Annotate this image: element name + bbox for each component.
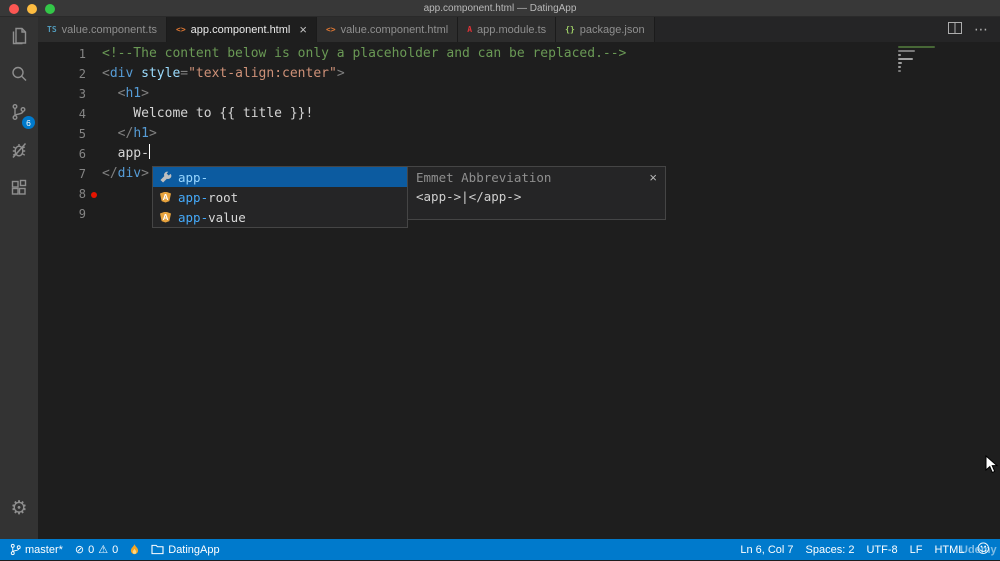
line-number: 4 — [78, 107, 86, 121]
error-marker — [91, 192, 97, 198]
suggest-docs-panel: Emmet Abbreviation × <app->|</app-> — [408, 166, 666, 220]
code-text: </h1> — [117, 126, 157, 141]
editor-actions: ⋯ — [936, 17, 1000, 42]
code-text: </div> — [102, 166, 149, 181]
ts-file-icon: TS — [47, 25, 57, 34]
split-editor-icon[interactable] — [948, 21, 962, 39]
explorer-icon[interactable] — [0, 17, 38, 55]
suggestion-app-root[interactable]: Aapp-root — [153, 187, 407, 207]
problems-indicator[interactable]: ⊘ 0 ⚠ 0 — [75, 543, 118, 556]
code-text: <h1> — [117, 86, 149, 101]
traffic-lights — [9, 4, 55, 14]
suggestion-label: app-root — [178, 189, 239, 205]
line-number: 7 — [78, 167, 86, 181]
more-actions-icon[interactable]: ⋯ — [974, 22, 988, 38]
tab-label: value.component.ts — [61, 23, 158, 36]
search-icon[interactable] — [0, 55, 38, 93]
warning-icon: ⚠ — [98, 543, 109, 556]
code-editor[interactable]: 1 <!--The content below is only a placeho… — [38, 42, 1000, 539]
folder-icon — [151, 544, 164, 555]
html-file-icon: <> — [325, 25, 336, 34]
code-line-4: 4 Welcome to {{ title }}! — [38, 104, 1000, 124]
close-tab-icon[interactable]: × — [299, 22, 307, 37]
line-number: 9 — [78, 207, 86, 221]
code-line-1: 1 <!--The content below is only a placeho… — [38, 44, 1000, 64]
tab-label: value.component.html — [340, 23, 449, 36]
tab-bar: TS value.component.ts <> app.component.html… — [38, 17, 1000, 42]
line-number: 5 — [78, 127, 86, 141]
watermark: Udemy — [960, 544, 997, 556]
indentation-indicator[interactable]: Spaces: 2 — [806, 544, 855, 556]
tab-label: app.module.ts — [477, 23, 547, 36]
wrench-icon — [157, 171, 174, 184]
tab-value-component-html[interactable]: <> value.component.html — [316, 17, 459, 42]
minimap[interactable] — [898, 46, 958, 74]
window-title: app.component.html — DatingApp — [423, 2, 577, 14]
code-line-3: 3 <h1> — [38, 84, 1000, 104]
tab-label: package.json — [579, 23, 645, 36]
branch-name: master* — [25, 543, 63, 556]
suggestion-label: app- — [178, 169, 209, 185]
title-bar: app.component.html — DatingApp — [0, 0, 1000, 17]
close-icon[interactable]: × — [649, 170, 657, 185]
extensions-icon[interactable] — [0, 169, 38, 207]
suggestion-app-[interactable]: app- — [153, 167, 407, 187]
line-number: 6 — [78, 147, 86, 161]
activity-bar: 6 ⚙ — [0, 17, 38, 539]
error-icon: ⊘ — [74, 543, 85, 556]
error-count: 0 — [88, 543, 95, 556]
html-file-icon: <> — [176, 25, 186, 34]
code-text: Welcome to {{ title }}! — [102, 106, 314, 121]
close-window-button[interactable] — [9, 4, 19, 14]
suggest-list: app- Aapp-root Aapp-value — [152, 166, 408, 228]
json-file-icon: {} — [565, 25, 575, 34]
tabs: TS value.component.ts <> app.component.html… — [38, 17, 655, 42]
flame-icon[interactable] — [130, 543, 139, 556]
eol-indicator[interactable]: LF — [910, 544, 923, 556]
warning-count: 0 — [112, 543, 119, 556]
cursor-position-indicator[interactable]: Ln 6, Col 7 — [740, 544, 793, 556]
mouse-cursor — [985, 455, 999, 474]
debug-icon[interactable] — [0, 131, 38, 169]
line-number: 8 — [78, 187, 86, 201]
line-number: 3 — [78, 87, 86, 101]
status-bar: master* ⊘ 0 ⚠ 0 DatingApp Ln 6, Col 7 Sp… — [0, 539, 1000, 560]
project-indicator[interactable]: DatingApp — [151, 543, 220, 556]
scm-badge: 6 — [22, 116, 35, 129]
tab-app-component-html[interactable]: <> app.component.html × — [167, 17, 317, 42]
project-name: DatingApp — [168, 543, 220, 556]
source-control-icon[interactable]: 6 — [0, 93, 38, 131]
line-number: 1 — [78, 47, 86, 61]
settings-gear-icon[interactable]: ⚙ — [0, 489, 38, 527]
text-cursor — [148, 144, 151, 159]
minimize-window-button[interactable] — [27, 4, 37, 14]
code-text: <!--The content below is only a placehol… — [102, 46, 627, 61]
tab-value-component-ts[interactable]: TS value.component.ts — [38, 17, 168, 42]
tab-package-json[interactable]: {} package.json — [556, 17, 655, 42]
suggest-doc-body: <app->|</app-> — [416, 189, 522, 204]
suggestion-app-value[interactable]: Aapp-value — [153, 207, 407, 227]
code-line-2: 2 <div style="text-align:center"> — [38, 64, 1000, 84]
code-text: <div style="text-align:center"> — [102, 66, 345, 81]
code-line-5: 5 </h1> — [38, 124, 1000, 144]
tab-app-module-ts[interactable]: Aapp.module.ts — [458, 17, 557, 42]
line-number: 2 — [78, 67, 86, 81]
ng-file-icon: A — [467, 25, 473, 34]
suggest-doc-title: Emmet Abbreviation — [416, 170, 552, 185]
encoding-indicator[interactable]: UTF-8 — [866, 544, 897, 556]
git-branch-icon — [10, 543, 21, 556]
tab-label: app.component.html — [190, 23, 291, 36]
zoom-window-button[interactable] — [45, 4, 55, 14]
suggestion-label: app-value — [178, 209, 246, 225]
suggest-widget: app- Aapp-root Aapp-value Emmet Abbreviati… — [152, 166, 666, 228]
code-line-6: 6 app- — [38, 144, 1000, 164]
code-text: app- — [102, 144, 151, 161]
git-branch-indicator[interactable]: master* — [10, 543, 63, 556]
angular-icon: A — [157, 191, 174, 203]
angular-icon: A — [157, 211, 174, 223]
